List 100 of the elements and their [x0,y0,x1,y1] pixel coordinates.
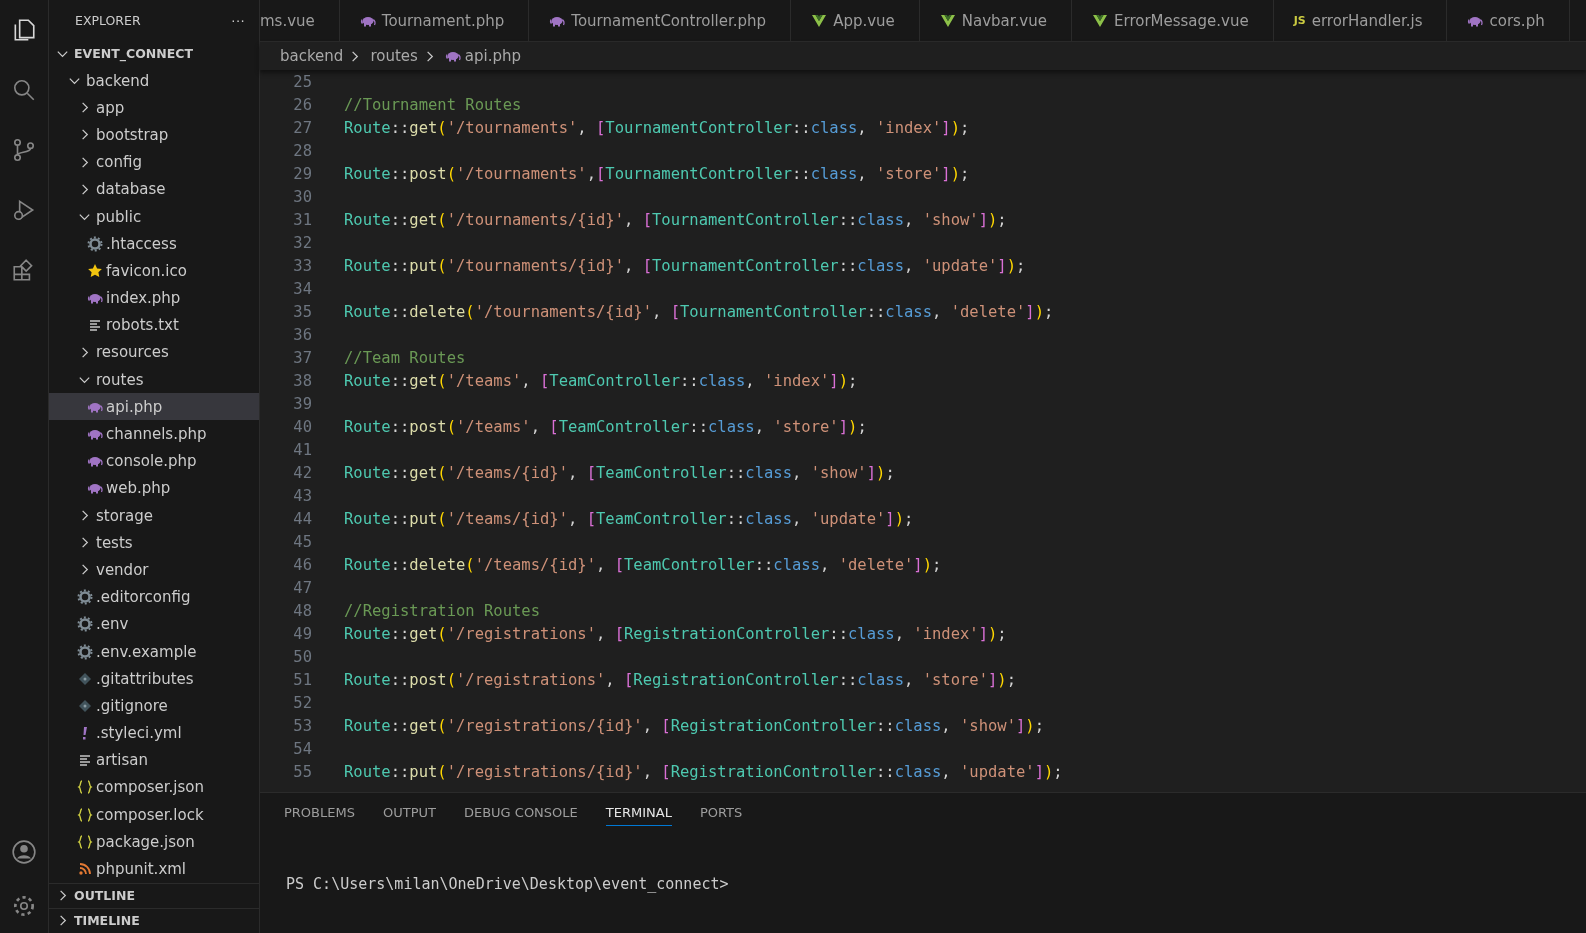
file-item[interactable]: web.php [49,474,259,502]
line-number: 25 [292,72,313,91]
file-item[interactable]: robots.txt [49,311,259,339]
code-line: Route::delete('/teams/{id}', [TeamController::class, 'delete']); [344,555,942,574]
folder-item[interactable]: database [49,175,259,203]
search-icon[interactable] [11,77,37,103]
braces-icon [77,779,93,796]
section-header[interactable]: OUTLINE [49,882,259,908]
folder-item[interactable]: public [49,202,259,231]
file-item[interactable]: composer.lock [49,801,259,829]
editor-tab[interactable]: App.vue [791,0,920,41]
file-item[interactable]: artisan [49,746,259,774]
line-number: 39 [292,394,313,413]
folder-item[interactable]: bootstrap [49,121,259,149]
breadcrumb-item[interactable]: api.php [464,47,522,65]
folder-item[interactable]: tests [49,529,259,557]
file-item[interactable]: favicon.ico [49,257,259,285]
braces-icon [77,806,93,823]
panel-tab[interactable]: DEBUG CONSOLE [463,798,578,826]
code-line: Route::get('/teams/{id}', [TeamController::class, 'show']); [344,463,895,482]
line-number: 52 [292,693,313,712]
line-number: 55 [292,762,313,781]
breadcrumb-item[interactable]: backend [280,47,344,65]
editor-tab[interactable]: Navbar.vue [919,0,1072,41]
more-actions-button[interactable]: ··· [231,12,245,28]
js-icon: JS [1293,14,1306,27]
line-number: 47 [292,578,313,597]
file-item[interactable]: console.php [49,447,259,475]
line-number: 38 [292,371,313,390]
source-control-icon[interactable] [11,137,37,163]
panel-tab[interactable]: TERMINAL [605,798,672,826]
line-number: 51 [292,670,313,689]
line-number: 34 [292,279,313,298]
editor-tab[interactable]: TournamentController.php [529,0,792,41]
code-line: Route::put('/registrations/{id}', [RegistrationController::class, 'update']); [344,762,1063,781]
folder-item[interactable]: config [49,148,259,176]
section-header[interactable]: TIMELINE [49,907,259,933]
braces-icon [77,833,93,850]
file-item[interactable]: channels.php [49,420,259,448]
code-line: //Team Routes [344,348,466,367]
file-item[interactable]: .env [49,610,259,638]
editor-tab[interactable]: JS errorHandler.js [1273,0,1448,41]
editor-tab[interactable]: cors.ph [1447,0,1570,41]
code-line: //Registration Routes [344,601,540,620]
line-number: 45 [292,532,313,551]
code-line: Route::post('/registrations', [RegistrationController::class, 'store']); [344,670,1017,689]
v-logo-icon [1092,12,1108,29]
editor-tab[interactable]: Tournament.php [339,0,530,41]
file-item[interactable]: package.json [49,828,259,856]
folder-item[interactable]: vendor [49,556,259,584]
line-number: 50 [292,647,313,666]
code-line: Route::post('/tournaments',[TournamentController::class, 'store']); [344,164,970,183]
gear-icon [77,616,93,633]
line-number: 35 [292,302,313,321]
folder-item[interactable]: routes [49,366,259,394]
explorer-title: EXPLORER [75,12,141,28]
file-item[interactable]: index.php [49,284,259,312]
line-number: 53 [292,716,313,735]
code-line: Route::post('/teams', [TeamController::class, 'store']); [344,417,867,436]
file-item[interactable]: .env.example [49,637,259,666]
gear-icon [77,643,93,660]
line-number: 36 [292,325,313,344]
folder-item[interactable]: resources [49,338,259,367]
account-icon[interactable] [11,839,37,865]
line-number: 31 [292,210,313,229]
line-number: 30 [292,187,313,206]
editor-tab[interactable]: ms.vue [260,0,340,41]
gear-icon [77,589,93,606]
code-line: Route::get('/tournaments/{id}', [TournamentController::class, 'show']); [344,210,1007,229]
code-line: Route::put('/teams/{id}', [TeamController::class, 'update']); [344,509,914,528]
editor-tab[interactable]: ErrorMessage.vue [1072,0,1274,41]
file-item[interactable]: phpunit.xml [49,855,259,883]
workspace-header[interactable]: EVENT_CONNECT [49,40,259,67]
file-item[interactable]: .editorconfig [49,583,259,611]
line-number: 32 [292,233,313,252]
folder-item[interactable]: app [49,94,259,122]
file-item[interactable]: .gitignore [49,692,259,720]
file-item[interactable]: .gitattributes [49,665,259,693]
breadcrumb-item[interactable]: routes [370,47,418,65]
lines-icon [87,317,103,334]
code-line: Route::get('/teams', [TeamController::class, 'index']); [344,371,858,390]
line-number: 48 [292,601,313,620]
file-item[interactable]: .htaccess [49,230,259,258]
panel-tab[interactable]: OUTPUT [382,798,436,826]
file-item[interactable]: api.php [49,393,259,421]
line-number: 43 [292,486,313,505]
code-line: Route::get('/registrations/{id}', [RegistrationController::class, 'show']); [344,716,1045,735]
feed-icon [77,861,93,878]
line-number: 29 [292,164,313,183]
folder-item[interactable]: backend [49,67,259,95]
panel-tab[interactable]: PORTS [699,798,743,826]
line-number: 46 [292,555,313,574]
file-item[interactable]: composer.json [49,773,259,802]
line-number: 27 [292,118,313,137]
panel-tab[interactable]: PROBLEMS [284,798,355,826]
file-item[interactable]: .styleci.yml [49,719,259,747]
line-number: 54 [292,739,313,758]
settings-icon[interactable] [11,893,37,919]
code-line: Route::get('/tournaments', [TournamentController::class, 'index']); [344,118,970,137]
folder-item[interactable]: storage [49,502,259,530]
